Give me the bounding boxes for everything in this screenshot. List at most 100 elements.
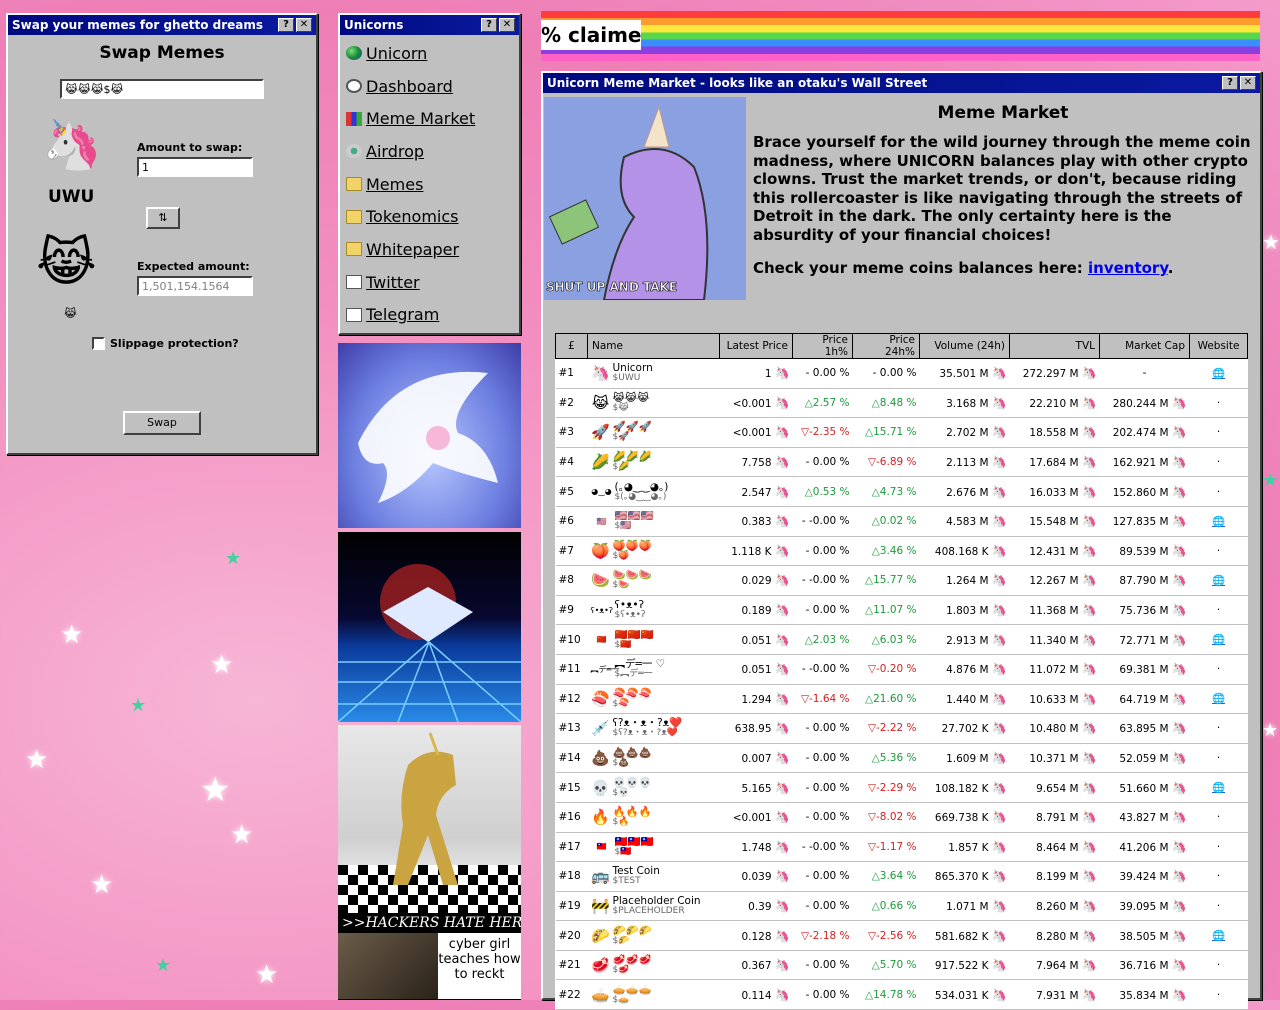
- rank: #21: [558, 959, 581, 972]
- token-name: 💀💀💀: [612, 776, 652, 789]
- flip-direction-button[interactable]: ⇅: [146, 207, 180, 229]
- column-header[interactable]: Volume (24h): [919, 333, 1010, 359]
- close-button[interactable]: ✕: [1240, 76, 1256, 90]
- table-row[interactable]: #14 💩 💩💩💩 $💩 0.007 🦄 - 0.00 % △5.36 % 1.609 M 🦄 10…: [555, 743, 1248, 774]
- website-cell: ·: [1189, 891, 1248, 922]
- star-decoration: ★: [200, 770, 231, 810]
- close-button[interactable]: ✕: [499, 18, 515, 32]
- name-cell: 🇺🇸 🇺🇸🇺🇸🇺🇸 $🇺🇸: [587, 506, 720, 537]
- swap-button[interactable]: Swap: [123, 411, 201, 435]
- nav-link[interactable]: Whitepaper: [366, 240, 459, 259]
- price-cell: 5.165 🦄: [719, 772, 793, 803]
- inventory-link[interactable]: inventory: [1088, 259, 1168, 277]
- token-name-block: 🇺🇸🇺🇸🇺🇸 $🇺🇸: [615, 511, 654, 531]
- nav-item-whitepaper[interactable]: Whitepaper: [340, 233, 519, 266]
- nav-item-airdrop[interactable]: Airdrop: [340, 135, 519, 168]
- table-row[interactable]: #1 🦄 Unicorn $UWU 1 🦄 - 0.00 % - 0.00 % 35.501 M…: [555, 358, 1248, 389]
- column-header[interactable]: Latest Price: [719, 333, 793, 359]
- nav-item-telegram[interactable]: Telegram: [340, 299, 519, 332]
- from-token-icon: 🦄: [42, 117, 102, 173]
- table-row[interactable]: #10 🇨🇳 🇨🇳🇨🇳🇨🇳 $🇨🇳 0.051 🦄 △2.03 % △6.03 % 2.913 …: [555, 624, 1248, 655]
- website-cell: ·: [1189, 595, 1248, 626]
- table-row[interactable]: #13 💉 ʕ?ᴥ・ᴥ・?ᴥ❤️ $ʕ?ᴥ・ᴥ・?ᴥ❤️ 638.95 🦄 - 0.00 %…: [555, 713, 1248, 744]
- token-search-input[interactable]: [60, 79, 264, 99]
- gold-unicorn-ad-image[interactable]: [338, 725, 521, 913]
- pegasus-ad-image[interactable]: [338, 343, 521, 528]
- table-row[interactable]: #19 🚧 Placeholder Coin $PLACEHOLDER 0.39 🦄 - 0…: [555, 891, 1248, 922]
- slippage-protection[interactable]: Slippage protection?: [92, 337, 239, 350]
- website-globe-icon[interactable]: 🌐: [1212, 693, 1225, 705]
- unicorn-icon: 🦄: [1171, 514, 1187, 529]
- website-globe-icon[interactable]: 🌐: [1212, 930, 1225, 942]
- volume-cell: 2.113 M 🦄: [919, 447, 1010, 478]
- table-row[interactable]: #8 🍉 🍉🍉🍉 $🍉 0.029 🦄 - -0.00 % △15.77 % 1.264 M 🦄 1…: [555, 565, 1248, 596]
- help-button[interactable]: ?: [278, 18, 294, 32]
- website-globe-icon[interactable]: 🌐: [1212, 634, 1225, 646]
- tvl-cell: 8.464 M 🦄: [1009, 832, 1100, 863]
- help-button[interactable]: ?: [1222, 76, 1238, 90]
- hackers-ad[interactable]: >>HACKERS HATE HER!!1 cyber girl teaches…: [338, 913, 521, 1000]
- website-cell: ·: [1189, 476, 1248, 507]
- price-1h-change: - 0.00 %: [805, 604, 850, 617]
- nav-link[interactable]: Tokenomics: [366, 207, 458, 226]
- table-row[interactable]: #16 🔥 🔥🔥🔥 $🔥 <0.001 🦄 - 0.00 % ▽-8.02 % 669.738 …: [555, 802, 1248, 833]
- close-button[interactable]: ✕: [296, 18, 312, 32]
- table-row[interactable]: #17 🇹🇼 🇹🇼🇹🇼🇹🇼 $🇹🇼 1.748 🦄 - -0.00 % ▽-1.17 % 1.8…: [555, 832, 1248, 863]
- table-row[interactable]: #21 🥩 🥩🥩🥩 $🥩 0.367 🦄 - 0.00 % △5.70 % 917.522 K 🦄…: [555, 950, 1248, 981]
- column-header[interactable]: Market Cap: [1099, 333, 1190, 359]
- amount-input[interactable]: [137, 157, 253, 177]
- rainbow-progress-banner: [541, 11, 1260, 61]
- nav-link[interactable]: Meme Market: [366, 109, 475, 128]
- nav-link[interactable]: Airdrop: [366, 142, 424, 161]
- table-row[interactable]: #5 ◕‿◕ (｡◕‿‿◕｡) $(｡◕‿‿◕｡) 2.547 🦄 △0.53 % △4.73…: [555, 476, 1248, 507]
- table-row[interactable]: #3 🚀 🚀🚀🚀 $🚀 <0.001 🦄 ▽-2.35 % △15.71 % 2.702 M 🦄 1…: [555, 417, 1248, 448]
- star-decoration: ★: [130, 695, 147, 716]
- tvl: 16.033 M: [1029, 486, 1079, 499]
- slippage-checkbox[interactable]: [92, 337, 105, 350]
- nav-link[interactable]: Memes: [366, 175, 423, 194]
- column-header[interactable]: Name: [587, 333, 720, 359]
- table-row[interactable]: #15 💀 💀💀💀 $💀 5.165 🦄 - 0.00 % ▽-2.29 % 108.182 K…: [555, 772, 1248, 803]
- website-globe-icon[interactable]: 🌐: [1212, 575, 1225, 587]
- nav-item-meme-market[interactable]: Meme Market: [340, 102, 519, 135]
- nav-item-unicorn[interactable]: Unicorn: [340, 37, 519, 70]
- market-cap: 87.790 M: [1119, 575, 1169, 588]
- price-1h-cell: - 0.00 %: [792, 595, 853, 626]
- volume: 1.071 M: [946, 900, 989, 913]
- website-globe-icon[interactable]: 🌐: [1212, 516, 1225, 528]
- nav-item-memes[interactable]: Memes: [340, 168, 519, 201]
- nav-link[interactable]: Twitter: [366, 273, 420, 292]
- price-24h-change: △21.60 %: [865, 692, 917, 705]
- column-header[interactable]: Website: [1189, 333, 1248, 359]
- unicorn-icon: 🦄: [1081, 395, 1097, 410]
- table-row[interactable]: #12 🍣 🍣🍣🍣 $🍣 1.294 🦄 ▽-1.64 % △21.60 % 1.440 M 🦄 1…: [555, 684, 1248, 715]
- nav-item-twitter[interactable]: Twitter: [340, 266, 519, 299]
- nav-item-tokenomics[interactable]: Tokenomics: [340, 200, 519, 233]
- column-header[interactable]: TVL: [1009, 333, 1100, 359]
- table-row[interactable]: #7 🍑 🍑🍑🍑 $🍑 1.118 K 🦄 - 0.00 % △3.46 % 408.168 K…: [555, 536, 1248, 567]
- column-header[interactable]: Price 1h%: [792, 333, 853, 359]
- diamond-ad-image[interactable]: [338, 532, 521, 722]
- nav-link[interactable]: Dashboard: [366, 77, 453, 96]
- name-cell: 🥧 🥧🥧🥧 $🥧: [587, 979, 720, 1010]
- volume-cell: 3.168 M 🦄: [919, 388, 1010, 419]
- nav-link[interactable]: Unicorn: [366, 44, 427, 63]
- website-globe-icon[interactable]: 🌐: [1212, 368, 1225, 380]
- token-logo-icon: 🚀: [591, 423, 610, 442]
- market-cap-cell: 39.424 M 🦄: [1099, 861, 1190, 892]
- table-row[interactable]: #4 🌽 🌽🌽🌽 $🌽 7.758 🦄 - 0.00 % ▽-6.89 % 2.113 M 🦄 17…: [555, 447, 1248, 478]
- table-row[interactable]: #20 🌮 🌮🌮🌮 $🌮 0.128 🦄 ▽-2.18 % ▽-2.56 % 581.682 K…: [555, 920, 1248, 951]
- nav-item-dashboard[interactable]: Dashboard: [340, 70, 519, 103]
- table-row[interactable]: #22 🥧 🥧🥧🥧 $🥧 0.114 🦄 - 0.00 % △14.78 % 534.031 K…: [555, 979, 1248, 1010]
- table-row[interactable]: #2 😹 😹😹😹 $😹 <0.001 🦄 △2.57 % △8.48 % 3.168 M 🦄 22.…: [555, 388, 1248, 419]
- table-row[interactable]: #9 ʕ•ᴥ•ʔ ʕ•ᴥ•ʔ $ʕ•ᴥ•ʔ 0.189 🦄 - 0.00 % △11.07 %…: [555, 595, 1248, 626]
- table-row[interactable]: #6 🇺🇸 🇺🇸🇺🇸🇺🇸 $🇺🇸 0.383 🦄 - -0.00 % △0.02 % 4.583…: [555, 506, 1248, 537]
- help-button[interactable]: ?: [481, 18, 497, 32]
- table-row[interactable]: #18 🚌 Test Coin $TEST 0.039 🦄 - 0.00 % △3.64 % 8…: [555, 861, 1248, 892]
- nav-link[interactable]: Telegram: [366, 305, 439, 324]
- column-header[interactable]: Price 24h%: [852, 333, 920, 359]
- token-name-block: 🚀🚀🚀 $🚀: [613, 422, 652, 442]
- table-row[interactable]: #11 ︻デ═一 ︻デ═一 ♡ $︻デ═一 0.051 🦄 - -0.00 % ▽-0.20 …: [555, 654, 1248, 685]
- column-header[interactable]: £: [555, 333, 588, 359]
- website-globe-icon[interactable]: 🌐: [1212, 782, 1225, 794]
